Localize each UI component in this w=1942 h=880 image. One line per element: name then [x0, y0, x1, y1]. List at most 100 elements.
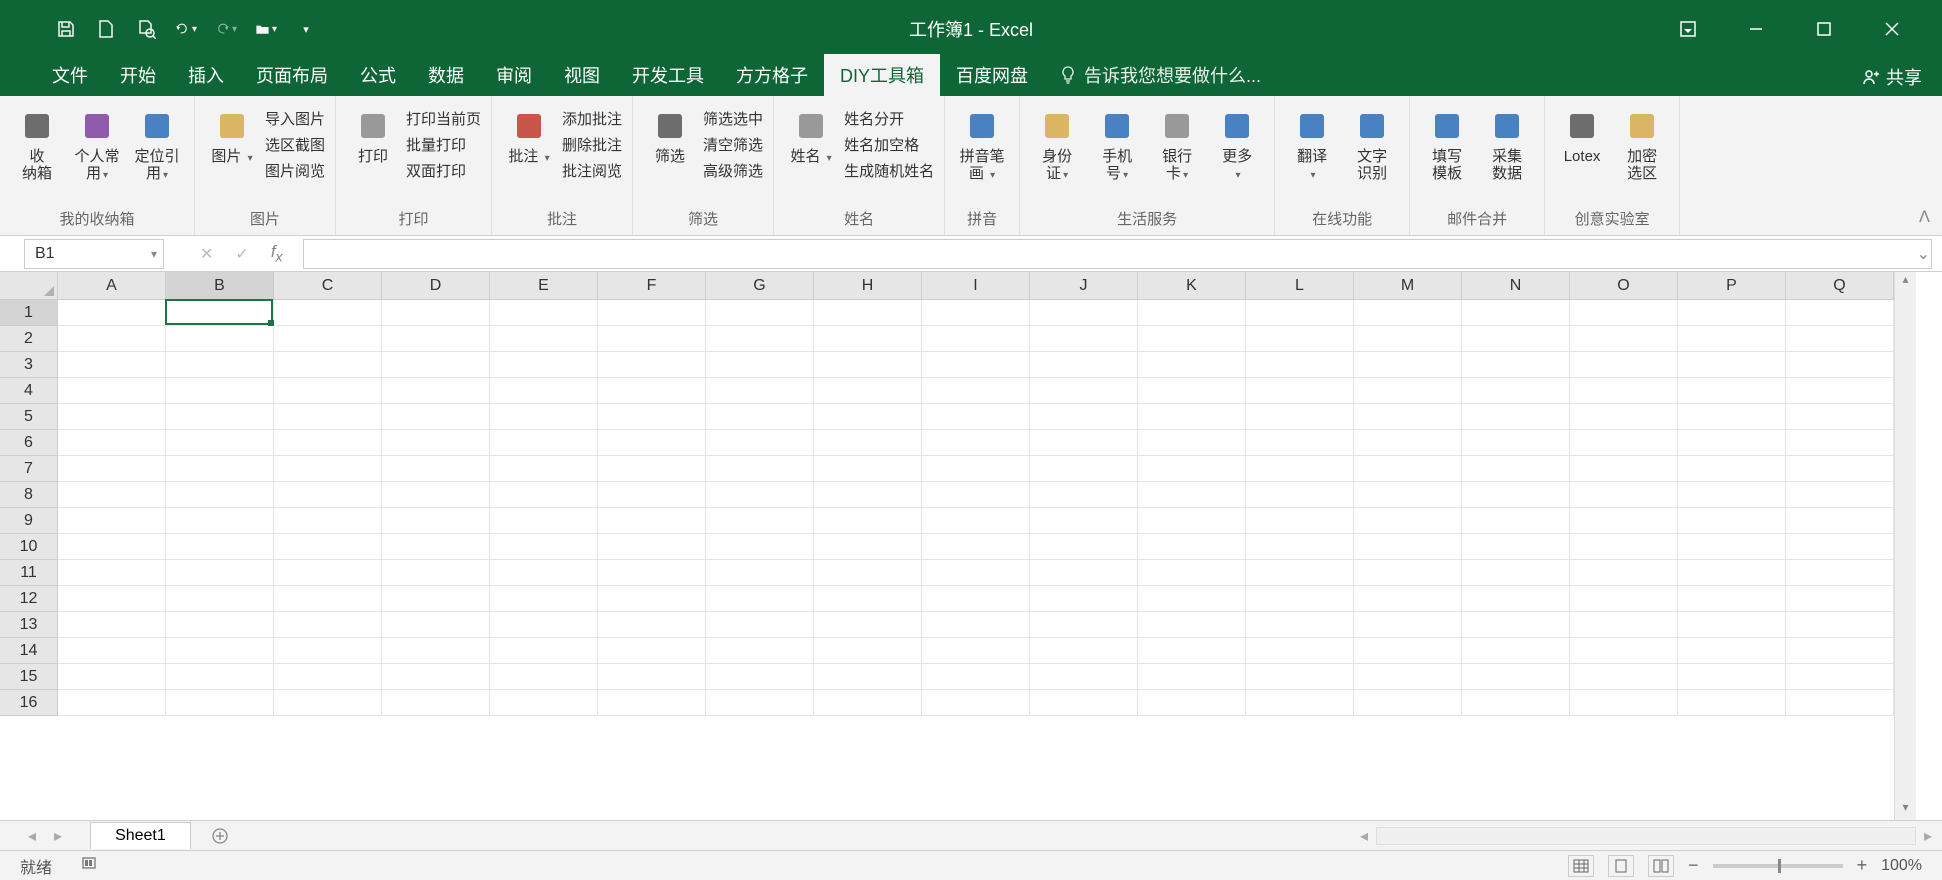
tell-me-search[interactable]: 告诉我您想要做什么...: [1044, 54, 1277, 96]
cell-L12[interactable]: [1246, 586, 1354, 612]
cell-C10[interactable]: [274, 534, 382, 560]
scroll-down-icon[interactable]: ▾: [1902, 800, 1908, 820]
cell-D2[interactable]: [382, 326, 490, 352]
cell-M4[interactable]: [1354, 378, 1462, 404]
cell-L3[interactable]: [1246, 352, 1354, 378]
cell-O8[interactable]: [1570, 482, 1678, 508]
cell-H14[interactable]: [814, 638, 922, 664]
cell-C8[interactable]: [274, 482, 382, 508]
cell-E5[interactable]: [490, 404, 598, 430]
cell-A11[interactable]: [58, 560, 166, 586]
row-header-13[interactable]: 13: [0, 612, 58, 638]
cell-B5[interactable]: [166, 404, 274, 430]
cell-K5[interactable]: [1138, 404, 1246, 430]
cell-H13[interactable]: [814, 612, 922, 638]
chevron-down-icon[interactable]: ▾: [151, 247, 157, 261]
tab-插入[interactable]: 插入: [172, 54, 240, 96]
name-box[interactable]: B1 ▾: [24, 239, 164, 269]
cell-B7[interactable]: [166, 456, 274, 482]
cell-P10[interactable]: [1678, 534, 1786, 560]
tab-视图[interactable]: 视图: [548, 54, 616, 96]
cell-C4[interactable]: [274, 378, 382, 404]
cell-L15[interactable]: [1246, 664, 1354, 690]
cell-Q1[interactable]: [1786, 300, 1894, 326]
cell-N1[interactable]: [1462, 300, 1570, 326]
cell-P12[interactable]: [1678, 586, 1786, 612]
cell-E1[interactable]: [490, 300, 598, 326]
cell-J2[interactable]: [1030, 326, 1138, 352]
cell-I4[interactable]: [922, 378, 1030, 404]
cell-Q11[interactable]: [1786, 560, 1894, 586]
cell-O14[interactable]: [1570, 638, 1678, 664]
cell-F8[interactable]: [598, 482, 706, 508]
cell-P9[interactable]: [1678, 508, 1786, 534]
cell-C5[interactable]: [274, 404, 382, 430]
open-folder-icon[interactable]: ▾: [255, 18, 277, 40]
ribbon-银行[interactable]: 银行卡▾: [1150, 106, 1204, 183]
zoom-in-icon[interactable]: +: [1857, 855, 1868, 876]
ribbon-采集[interactable]: 采集数据: [1480, 106, 1534, 183]
cell-B10[interactable]: [166, 534, 274, 560]
cell-F4[interactable]: [598, 378, 706, 404]
new-sheet-button[interactable]: [205, 824, 235, 848]
cell-D15[interactable]: [382, 664, 490, 690]
cell-Q3[interactable]: [1786, 352, 1894, 378]
cell-D5[interactable]: [382, 404, 490, 430]
cell-M15[interactable]: [1354, 664, 1462, 690]
cell-I3[interactable]: [922, 352, 1030, 378]
cell-J4[interactable]: [1030, 378, 1138, 404]
cell-O9[interactable]: [1570, 508, 1678, 534]
cell-C2[interactable]: [274, 326, 382, 352]
cell-K11[interactable]: [1138, 560, 1246, 586]
ribbon-翻译[interactable]: 翻译▾: [1285, 106, 1339, 183]
cell-L16[interactable]: [1246, 690, 1354, 716]
cell-N3[interactable]: [1462, 352, 1570, 378]
cell-O16[interactable]: [1570, 690, 1678, 716]
cell-Q7[interactable]: [1786, 456, 1894, 482]
cell-P4[interactable]: [1678, 378, 1786, 404]
ribbon-图片[interactable]: 图片 ▾: [205, 106, 259, 165]
cell-H12[interactable]: [814, 586, 922, 612]
ribbon-收[interactable]: 收纳箱: [10, 106, 64, 183]
cell-B9[interactable]: [166, 508, 274, 534]
redo-icon[interactable]: ▾: [215, 18, 237, 40]
cancel-icon[interactable]: ✕: [200, 244, 213, 264]
ribbon-姓名加空格[interactable]: 姓名加空格: [844, 134, 934, 158]
ribbon-添加批注[interactable]: 添加批注: [562, 108, 622, 132]
ribbon-打印[interactable]: 打印: [346, 106, 400, 165]
row-header-6[interactable]: 6: [0, 430, 58, 456]
cell-H5[interactable]: [814, 404, 922, 430]
ribbon-高级筛选[interactable]: 高级筛选: [703, 160, 763, 184]
tab-审阅[interactable]: 审阅: [480, 54, 548, 96]
cell-A9[interactable]: [58, 508, 166, 534]
ribbon-筛选选中[interactable]: 筛选选中: [703, 108, 763, 132]
cell-C14[interactable]: [274, 638, 382, 664]
cell-N6[interactable]: [1462, 430, 1570, 456]
cell-B15[interactable]: [166, 664, 274, 690]
cell-Q13[interactable]: [1786, 612, 1894, 638]
cell-M1[interactable]: [1354, 300, 1462, 326]
cell-A8[interactable]: [58, 482, 166, 508]
cell-N5[interactable]: [1462, 404, 1570, 430]
cell-L11[interactable]: [1246, 560, 1354, 586]
cell-N2[interactable]: [1462, 326, 1570, 352]
cell-H2[interactable]: [814, 326, 922, 352]
cell-P2[interactable]: [1678, 326, 1786, 352]
cell-J3[interactable]: [1030, 352, 1138, 378]
cell-H4[interactable]: [814, 378, 922, 404]
cell-K8[interactable]: [1138, 482, 1246, 508]
cell-G8[interactable]: [706, 482, 814, 508]
cell-E14[interactable]: [490, 638, 598, 664]
cell-I14[interactable]: [922, 638, 1030, 664]
cell-A7[interactable]: [58, 456, 166, 482]
cell-E9[interactable]: [490, 508, 598, 534]
cell-K16[interactable]: [1138, 690, 1246, 716]
ribbon-定位引[interactable]: 定位引用▾: [130, 106, 184, 183]
cell-A13[interactable]: [58, 612, 166, 638]
cell-E16[interactable]: [490, 690, 598, 716]
cell-A3[interactable]: [58, 352, 166, 378]
cell-M14[interactable]: [1354, 638, 1462, 664]
cell-F2[interactable]: [598, 326, 706, 352]
cell-J7[interactable]: [1030, 456, 1138, 482]
row-header-4[interactable]: 4: [0, 378, 58, 404]
